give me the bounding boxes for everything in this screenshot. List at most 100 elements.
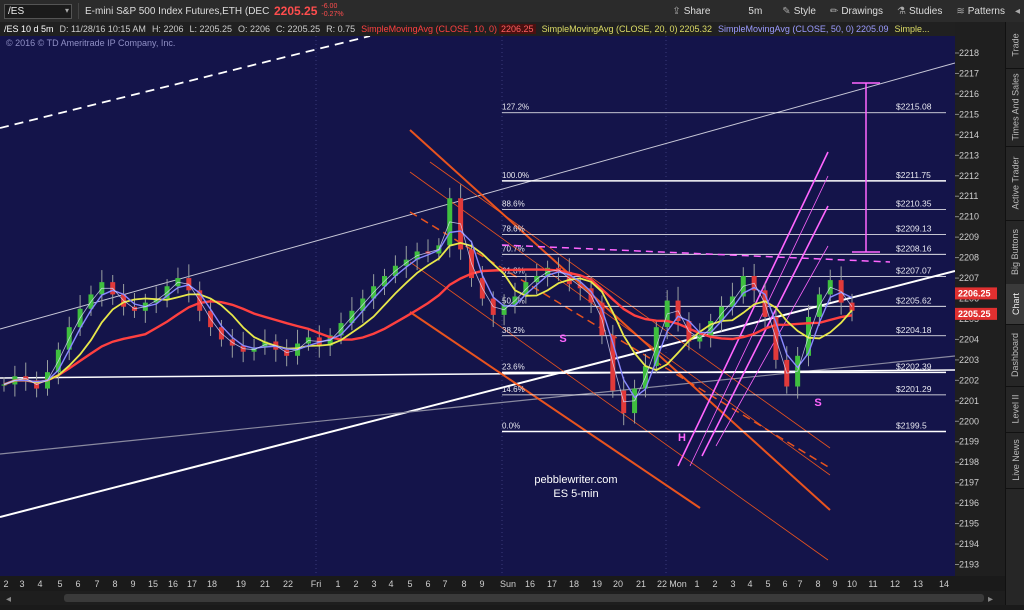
x-tick-label: 15 bbox=[148, 579, 158, 589]
symbol-text: /ES bbox=[8, 5, 25, 17]
scrollbar-thumb[interactable] bbox=[64, 594, 984, 602]
sidebar-tab-chart[interactable]: Chart bbox=[1006, 284, 1024, 325]
sma10-label[interactable]: SimpleMovingAvg (CLOSE, 10, 0) bbox=[361, 24, 497, 34]
sidebar-tab-live-news[interactable]: Live News bbox=[1006, 432, 1024, 489]
y-tick-label: 2217 bbox=[959, 68, 979, 78]
x-tick-label: 9 bbox=[479, 579, 484, 589]
x-tick-label: 14 bbox=[939, 579, 949, 589]
fib-level-pct: 38.2% bbox=[502, 326, 525, 335]
x-tick-label: 8 bbox=[461, 579, 466, 589]
x-tick-label: 19 bbox=[592, 579, 602, 589]
share-label: Share bbox=[683, 5, 711, 17]
studies-label: Studies bbox=[908, 5, 943, 17]
y-tick-label: 2210 bbox=[959, 212, 979, 222]
drawings-label: Drawings bbox=[841, 5, 883, 17]
sidebar-tab-big-buttons[interactable]: Big Buttons bbox=[1006, 220, 1024, 285]
chart-plot-area[interactable]: 127.2% $2215.08 100.0% $2211.75 88.6% $2210.3… bbox=[0, 35, 956, 576]
x-tick-label: 6 bbox=[425, 579, 430, 589]
scroll-right-icon[interactable]: ▸ bbox=[988, 594, 993, 605]
fib-level-price: $2209.13 bbox=[896, 223, 932, 233]
time-axis[interactable]: 2 3 4 5 6 7 8 9 15 16 17 18 19 21 22 Fri 1 2 3 4 5 6 7 8 9 Sun 16 1… bbox=[0, 576, 955, 591]
price-axis[interactable]: 2193 2194 2195 2196 2197 2198 2199 2200 2201 2202… bbox=[955, 22, 1005, 576]
x-tick-label: 5 bbox=[57, 579, 62, 589]
x-tick-label: 6 bbox=[782, 579, 787, 589]
fib-level-price: $2202.39 bbox=[896, 361, 932, 371]
y-tick-label: 2199 bbox=[959, 437, 979, 447]
fib-level-pct: 78.6% bbox=[502, 224, 525, 233]
style-label: Style bbox=[793, 5, 816, 17]
fib-level-price: $2207.07 bbox=[896, 266, 932, 276]
x-tick-label: 11 bbox=[868, 579, 877, 589]
bar-open: O: 2206 bbox=[238, 24, 271, 34]
x-tick-label: 4 bbox=[747, 579, 752, 589]
x-tick-label: 19 bbox=[236, 579, 246, 589]
y-tick-label: 2207 bbox=[959, 273, 979, 283]
x-tick-label: 7 bbox=[442, 579, 447, 589]
sidebar-tab-label: Active Trader bbox=[1010, 156, 1021, 210]
more-studies[interactable]: Simple... bbox=[894, 24, 929, 34]
style-button[interactable]: ✎ Style bbox=[782, 6, 816, 17]
x-tick-label: 20 bbox=[613, 579, 623, 589]
watermark-caption: ES 5-min bbox=[553, 488, 598, 500]
y-tick-label: 2212 bbox=[959, 171, 979, 181]
sma20-line bbox=[3, 241, 853, 386]
top-toolbar: /ES ▾ E-mini S&P 500 Index Futures,ETH (D… bbox=[0, 0, 1024, 23]
flask-icon: ⚗ bbox=[897, 5, 906, 17]
scroll-left-icon[interactable]: ◂ bbox=[6, 594, 11, 605]
drawings-button[interactable]: ✏ Drawings bbox=[830, 6, 883, 17]
price-change: -6.00 -0.27% bbox=[321, 3, 343, 19]
fib-level-price: $2201.29 bbox=[896, 384, 932, 394]
sidebar-tab-label: Times And Sales bbox=[1010, 73, 1021, 141]
sidebar-tab-label: Trade bbox=[1010, 33, 1021, 57]
chart-info-bar: /ES 10 d 5m D: 11/28/16 10:15 AM H: 2206… bbox=[0, 22, 955, 36]
symbol-input[interactable]: /ES ▾ bbox=[4, 3, 72, 19]
y-tick-label: 2195 bbox=[959, 519, 979, 529]
chevron-down-icon[interactable]: ▾ bbox=[65, 6, 69, 15]
sidebar-tab-dashboard[interactable]: Dashboard bbox=[1006, 324, 1024, 387]
studies-button[interactable]: ⚗ Studies bbox=[897, 6, 942, 17]
sma50-label[interactable]: SimpleMovingAvg (CLOSE, 50, 0) bbox=[718, 24, 854, 34]
patterns-icon: ≋ bbox=[956, 5, 965, 17]
x-tick-label: 22 bbox=[657, 579, 667, 589]
sidebar-tab-label: Big Buttons bbox=[1010, 228, 1021, 276]
x-tick-label: 17 bbox=[547, 579, 557, 589]
price-chart-svg[interactable]: 127.2% $2215.08 100.0% $2211.75 88.6% $2210.3… bbox=[0, 35, 956, 576]
dashed-trend-line bbox=[0, 35, 371, 129]
x-tick-label: 17 bbox=[187, 579, 197, 589]
patterns-button[interactable]: ≋ Patterns bbox=[956, 6, 1005, 17]
bar-low: L: 2205.25 bbox=[189, 24, 233, 34]
chart-scrollbar[interactable]: ◂ ▸ bbox=[0, 591, 1005, 605]
x-tick-label: 8 bbox=[815, 579, 820, 589]
y-tick-label: 2194 bbox=[959, 539, 979, 549]
chevron-left-icon: ◂ bbox=[1014, 5, 1020, 17]
x-tick-label: 9 bbox=[832, 579, 837, 589]
sidebar-tab-times-and-sales[interactable]: Times And Sales bbox=[1006, 68, 1024, 147]
sidebar-tab-label: Level II bbox=[1010, 394, 1021, 424]
fib-level-price: $2205.62 bbox=[896, 295, 932, 305]
y-tick-label: 2211 bbox=[959, 191, 978, 201]
x-tick-label: Mon bbox=[669, 579, 687, 589]
x-tick-label: 8 bbox=[112, 579, 117, 589]
collapse-button[interactable]: ◂ bbox=[1015, 6, 1020, 17]
x-tick-label: 7 bbox=[797, 579, 802, 589]
sidebar-tab-active-trader[interactable]: Active Trader bbox=[1006, 146, 1024, 221]
bar-range: R: 0.75 bbox=[326, 24, 356, 34]
copyright-notice: © 2016 © TD Ameritrade IP Company, Inc. bbox=[6, 38, 176, 48]
sidebar-tab-level-ii[interactable]: Level II bbox=[1006, 386, 1024, 433]
fib-level-pct: 0.0% bbox=[502, 422, 520, 431]
fib-level-pct: 14.6% bbox=[502, 385, 525, 394]
sidebar-tab-trade[interactable]: Trade bbox=[1006, 22, 1024, 69]
sma20-label[interactable]: SimpleMovingAvg (CLOSE, 20, 0) bbox=[542, 24, 678, 34]
share-button[interactable]: ⇪ Share bbox=[672, 6, 710, 17]
style-icon: ✎ bbox=[782, 5, 791, 17]
price-axis-svg: 2193 2194 2195 2196 2197 2198 2199 2200 2201 2202… bbox=[955, 48, 997, 570]
y-tick-label: 2193 bbox=[959, 560, 979, 570]
fib-level-pct: 127.2% bbox=[502, 103, 529, 112]
fib-level-price: $2199.5 bbox=[896, 421, 927, 431]
y-tick-label: 2204 bbox=[959, 334, 979, 344]
pencil-icon: ✏ bbox=[829, 5, 839, 17]
x-tick-label: 18 bbox=[569, 579, 579, 589]
fib-level-price: $2204.18 bbox=[896, 325, 932, 335]
scrollbar-svg: ◂ ▸ bbox=[0, 591, 1005, 605]
timeframe-button[interactable]: 5m bbox=[748, 6, 762, 17]
